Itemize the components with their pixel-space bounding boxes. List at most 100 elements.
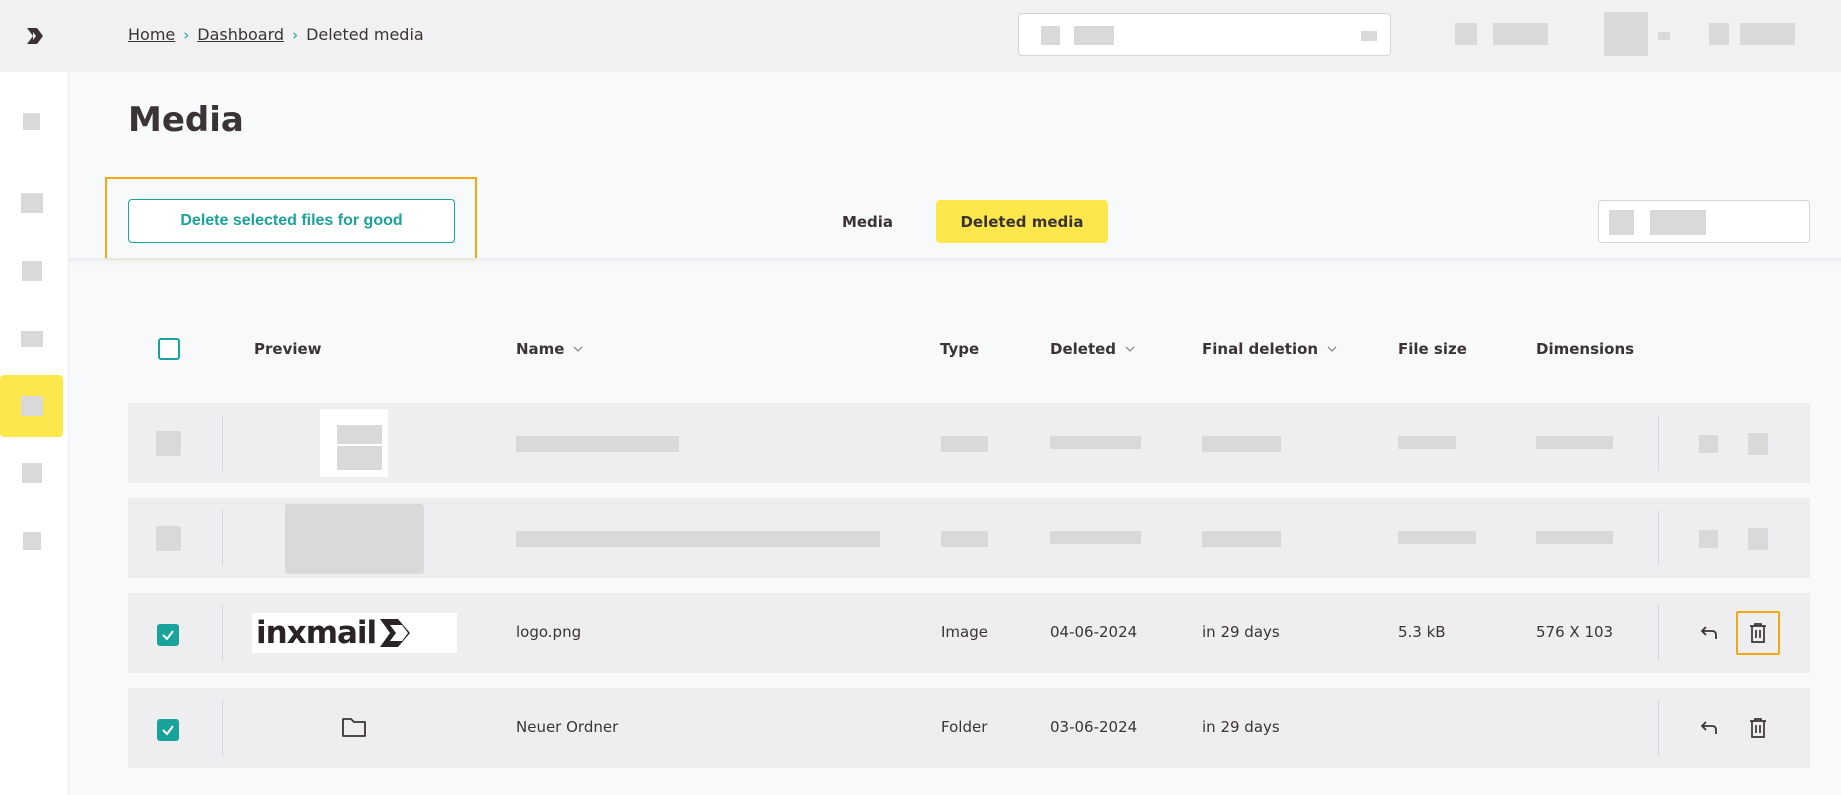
cell-name: logo.png [516, 623, 582, 641]
undo-arrow-icon [1700, 626, 1717, 639]
folder-icon [342, 718, 366, 737]
tab-deleted-media[interactable]: Deleted media [936, 200, 1108, 243]
cell-type: Image [941, 623, 988, 641]
chevron-down-icon[interactable] [1658, 32, 1670, 40]
top-header: Home › Dashboard › Deleted media [69, 0, 1841, 72]
cell-name: Neuer Ordner [516, 718, 619, 736]
search-icon [1041, 26, 1060, 45]
restore-icon[interactable] [1699, 530, 1718, 548]
header-deleted[interactable]: Deleted [1050, 340, 1136, 358]
header-preview-label: Preview [254, 340, 322, 358]
placeholder-type [941, 531, 988, 547]
preview-thumbnail [320, 409, 388, 477]
avatar[interactable] [1604, 12, 1648, 56]
header-dimensions: Dimensions [1536, 340, 1634, 358]
delete-permanently-button[interactable] [1736, 611, 1780, 655]
page-title: Media [128, 100, 244, 140]
header-dimensions-label: Dimensions [1536, 340, 1635, 358]
app-logo-icon[interactable] [0, 0, 69, 72]
placeholder-type [941, 436, 988, 452]
trash-icon [1750, 718, 1766, 738]
sidebar-item-6[interactable] [0, 510, 63, 572]
row-checkbox[interactable] [156, 526, 181, 551]
preview-thumbnail: inxmail [252, 613, 457, 653]
cell-deleted: 04-06-2024 [1050, 623, 1138, 641]
placeholder-file-size [1398, 436, 1456, 449]
logout-label[interactable] [1740, 23, 1795, 45]
help-label[interactable] [1493, 23, 1548, 45]
placeholder-final-deletion [1202, 436, 1281, 452]
table-row[interactable] [128, 403, 1810, 483]
header-final-deletion-label: Final deletion [1202, 340, 1319, 358]
trash-icon[interactable] [1748, 433, 1768, 455]
search-shortcut-icon [1361, 31, 1377, 41]
filter-placeholder [1650, 210, 1706, 235]
cell-final-deletion: in 29 days [1202, 718, 1280, 736]
preview-thumbnail [285, 504, 424, 574]
header-type-label: Type [940, 340, 980, 358]
placeholder-file-size [1398, 531, 1476, 544]
placeholder-name [516, 436, 679, 452]
header-preview: Preview [254, 340, 322, 358]
chevron-right-icon: › [292, 25, 299, 44]
table-row[interactable] [128, 498, 1810, 578]
restore-icon[interactable] [1699, 435, 1718, 453]
toolbar-divider [69, 258, 1841, 266]
delete-selected-permanently-button[interactable]: Delete selected files for good [128, 199, 455, 243]
table-row[interactable]: inxmail logo.png Image 04-06-2024 in 29 … [128, 593, 1810, 673]
trash-icon [1750, 623, 1766, 643]
chevron-down-icon [574, 346, 583, 352]
sidebar-item-1[interactable] [0, 90, 63, 152]
chevron-down-icon [1125, 346, 1135, 352]
breadcrumb-current: Deleted media [306, 25, 424, 44]
restore-button[interactable] [1687, 611, 1731, 655]
restore-button[interactable] [1687, 706, 1731, 750]
table-row[interactable]: Neuer Ordner Folder 03-06-2024 in 29 day… [128, 688, 1810, 768]
placeholder-final-deletion [1202, 531, 1281, 547]
header-deleted-label: Deleted [1050, 340, 1117, 358]
sidebar-item-2[interactable] [0, 172, 63, 234]
select-all-checkbox[interactable] [158, 338, 180, 360]
global-search-input[interactable] [1018, 13, 1391, 56]
filter-input[interactable] [1598, 200, 1810, 243]
delete-permanently-button[interactable] [1736, 706, 1780, 750]
undo-arrow-icon [1700, 721, 1717, 734]
placeholder-dimensions [1536, 436, 1613, 449]
cell-file-size: 5.3 kB [1398, 623, 1446, 641]
chevron-down-icon [1327, 346, 1337, 352]
inxmail-logo-icon [380, 619, 411, 647]
row-checkbox[interactable] [156, 431, 181, 456]
placeholder-dimensions [1536, 531, 1613, 544]
placeholder-deleted [1050, 436, 1141, 449]
cell-dimensions: 576 X 103 [1536, 623, 1614, 641]
row-checkbox[interactable] [157, 719, 179, 741]
breadcrumb: Home › Dashboard › Deleted media [128, 25, 424, 44]
header-name[interactable]: Name [516, 340, 584, 358]
placeholder-name [516, 531, 880, 547]
breadcrumb-home-link[interactable]: Home [128, 25, 175, 44]
header-type: Type [940, 340, 979, 358]
sidebar-item-5[interactable] [0, 442, 63, 504]
cell-type: Folder [941, 718, 988, 736]
breadcrumb-dashboard-link[interactable]: Dashboard [197, 25, 284, 44]
logout-icon[interactable] [1709, 23, 1729, 45]
help-icon[interactable] [1455, 23, 1477, 45]
sidebar-item-3[interactable] [0, 240, 63, 302]
checkmark-icon [162, 630, 174, 641]
header-file-size: File size [1398, 340, 1467, 358]
cell-deleted: 03-06-2024 [1050, 718, 1138, 736]
row-checkbox[interactable] [157, 624, 179, 646]
header-name-label: Name [516, 340, 565, 358]
sidebar-item-4[interactable] [0, 308, 63, 370]
search-placeholder [1074, 26, 1114, 45]
placeholder-deleted [1050, 531, 1141, 544]
inxmail-logo-text: inxmail [256, 615, 377, 651]
tab-media[interactable]: Media [825, 200, 910, 243]
cell-final-deletion: in 29 days [1202, 623, 1280, 641]
sidebar [0, 0, 69, 795]
checkmark-icon [162, 725, 174, 736]
sidebar-item-media[interactable] [0, 375, 63, 437]
chevron-right-icon: › [183, 25, 190, 44]
header-final-deletion[interactable]: Final deletion [1202, 340, 1338, 358]
trash-icon[interactable] [1748, 528, 1768, 550]
